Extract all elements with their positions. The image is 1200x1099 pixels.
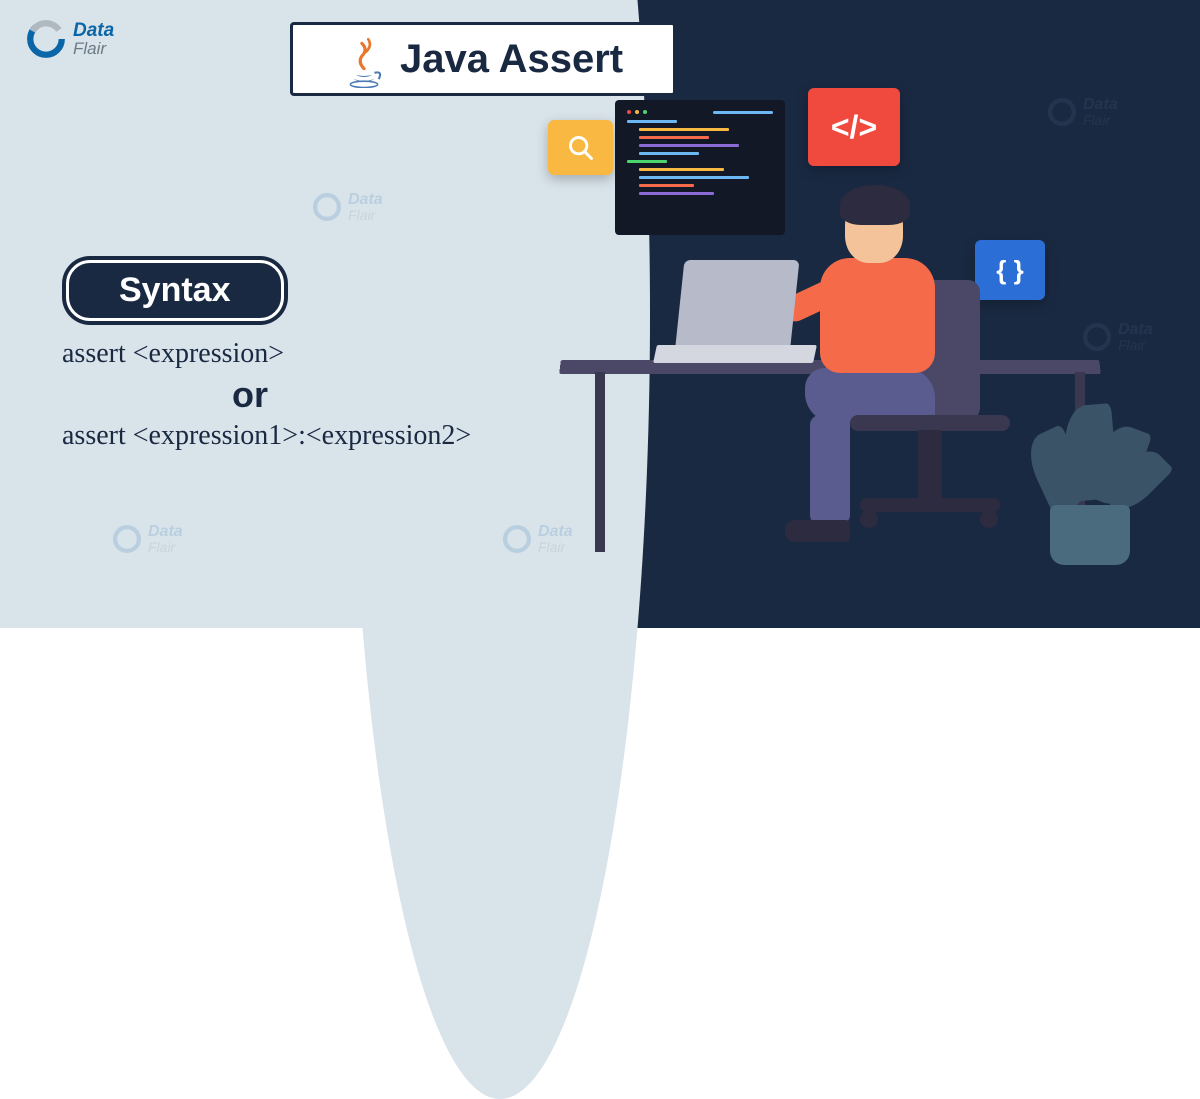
syntax-badge: Syntax — [62, 256, 288, 325]
logo-icon — [25, 18, 67, 60]
plant-pot — [1050, 505, 1130, 565]
watermark: DataFlair — [110, 522, 183, 556]
chair — [980, 510, 998, 528]
braces-icon: { } — [996, 255, 1023, 286]
java-icon — [343, 35, 385, 83]
desk-leg — [595, 372, 605, 552]
person — [810, 415, 850, 525]
code-block: assert <expression> or assert <expressio… — [62, 338, 471, 456]
search-panel — [548, 120, 613, 175]
logo-text-bottom: Flair — [73, 40, 114, 57]
logo-text-top: Data — [73, 21, 114, 40]
title-box: Java Assert — [290, 22, 676, 96]
syntax-label: Syntax — [66, 260, 284, 321]
chair — [860, 498, 1000, 512]
laptop-icon — [676, 260, 800, 345]
person — [840, 185, 910, 225]
braces-panel: { } — [975, 240, 1045, 300]
watermark: DataFlair — [310, 190, 383, 224]
monitor-icon — [615, 100, 785, 235]
brand-logo: Data Flair — [25, 18, 114, 60]
developer-illustration: </> { } — [560, 110, 1160, 590]
page-title: Java Assert — [400, 37, 623, 82]
chair — [850, 415, 1010, 431]
laptop-icon — [653, 345, 817, 363]
plant-icon — [1030, 390, 1150, 520]
chair — [918, 430, 942, 500]
code-tag-icon: </> — [831, 109, 877, 146]
code-tag-panel: </> — [808, 88, 900, 166]
slide-canvas: Data Flair DataFlair DataFlair DataFlair… — [0, 0, 1200, 628]
search-icon — [567, 134, 595, 162]
chair — [860, 510, 878, 528]
code-or: or — [232, 374, 471, 416]
code-line-1: assert <expression> — [62, 338, 471, 370]
person — [785, 520, 850, 542]
code-line-2: assert <expression1>:<expression2> — [62, 420, 471, 452]
